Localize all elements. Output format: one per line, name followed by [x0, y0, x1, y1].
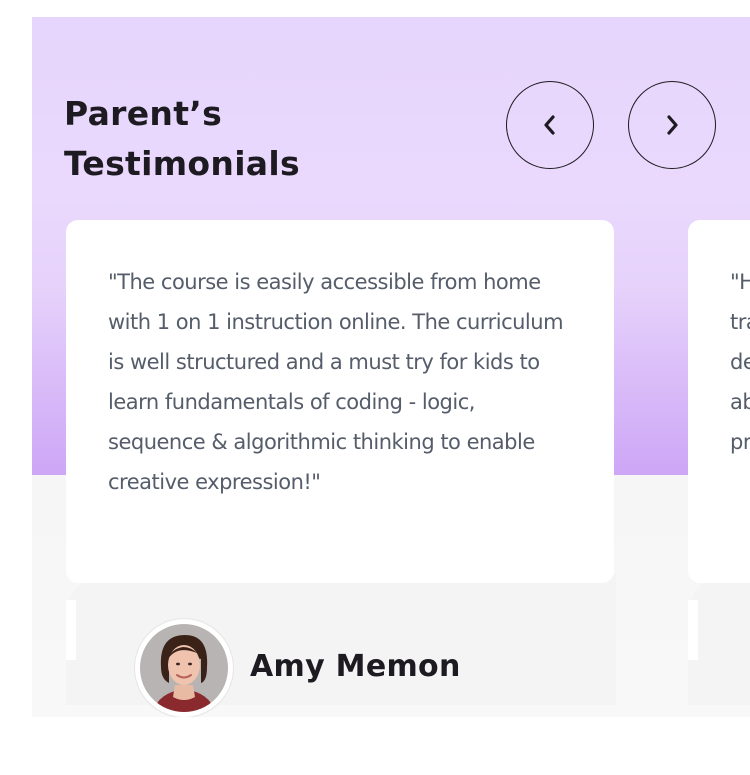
section-title: Parent’s Testimonials [64, 89, 300, 189]
testimonial-author: Amy Memon [250, 649, 461, 684]
testimonials-section: Parent’s Testimonials "The course is eas… [32, 17, 750, 717]
testimonial-quote-box: "The course is easily accessible from ho… [66, 220, 614, 583]
testimonial-quote-box: "H tra de ab pr [688, 220, 750, 583]
section-title-line-2: Testimonials [64, 144, 300, 183]
quote-line-2: tra [730, 310, 750, 334]
next-testimonial-button[interactable] [628, 81, 716, 169]
testimonial-quote: "H tra de ab pr [730, 262, 750, 462]
quote-line-1: "H [730, 270, 750, 294]
quote-line-4: ab [730, 390, 750, 414]
chevron-left-icon [544, 115, 555, 135]
chevron-right-icon [667, 115, 678, 135]
previous-testimonial-button[interactable] [506, 81, 594, 169]
quote-line-5: pr [730, 430, 750, 454]
quote-line-3: de [730, 350, 750, 374]
testimonial-card-2: "H tra de ab pr [688, 220, 750, 717]
card-footer-edge [66, 600, 76, 660]
author-photo [140, 624, 228, 712]
avatar [134, 618, 234, 717]
section-title-line-1: Parent’s [64, 94, 223, 133]
testimonial-card-1: "The course is easily accessible from ho… [66, 220, 616, 717]
testimonial-quote: "The course is easily accessible from ho… [108, 270, 564, 494]
card-footer-edge [688, 600, 698, 660]
